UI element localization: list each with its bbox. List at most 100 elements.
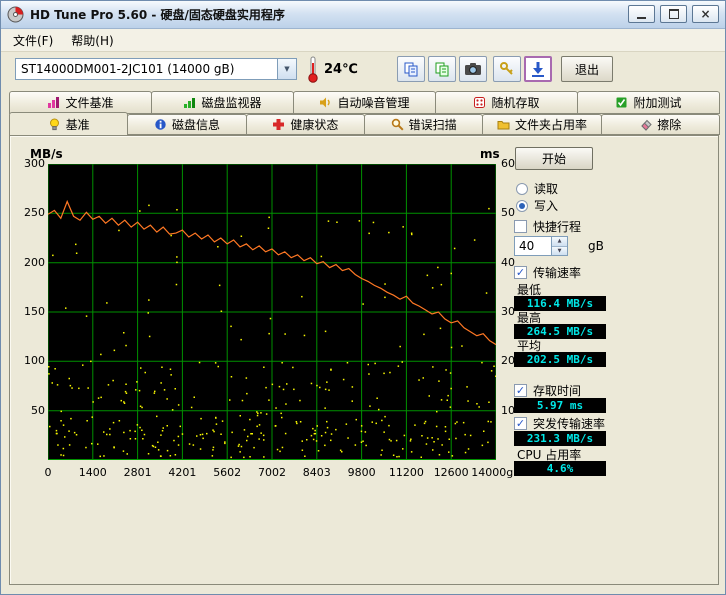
y-axis-left-tick: 200: [12, 256, 45, 269]
app-icon: [7, 6, 24, 23]
menu-bar: 文件(F) 帮助(H): [1, 29, 725, 52]
close-icon: ×: [700, 8, 710, 20]
temperature-value: 24℃: [324, 62, 358, 77]
access-time-label: 存取时间: [533, 382, 581, 399]
tab-label: 文件夹占用率: [515, 116, 587, 133]
stepper-down-icon[interactable]: ▼: [552, 247, 567, 256]
keys-icon: [499, 61, 515, 77]
y-axis-left-tick: 100: [12, 354, 45, 367]
tab-disk-info[interactable]: 磁盘信息: [127, 114, 246, 135]
tab-label: 文件基准: [65, 94, 113, 111]
chart-plot-area: [48, 164, 496, 460]
tab-label: 错误扫描: [409, 116, 457, 133]
y-axis-right-tick: 60: [501, 157, 533, 170]
tab-label: 擦除: [657, 116, 681, 133]
minimize-button[interactable]: [628, 5, 655, 23]
menu-file[interactable]: 文件(F): [4, 29, 62, 52]
tab-label: 磁盘监视器: [201, 94, 261, 111]
copy-image-icon: [434, 61, 450, 77]
erase-icon: [639, 118, 652, 131]
maximize-button[interactable]: [660, 5, 687, 23]
read-radio[interactable]: [516, 183, 528, 195]
shortstroke-unit-label: gB: [588, 239, 604, 253]
minimize-icon: [637, 17, 646, 19]
shortstroke-row[interactable]: 快捷行程: [514, 218, 581, 235]
maximize-icon: [669, 9, 679, 19]
y-axis-right-tick: 40: [501, 256, 533, 269]
tab-label: 健康状态: [290, 116, 338, 133]
close-button[interactable]: ×: [692, 5, 719, 23]
benchmark-panel: MB/s ms 开始 读取 写入 快捷行程 ▲ ▼ gB 传输速: [9, 135, 719, 585]
transfer-rate-label: 传输速率: [533, 264, 581, 281]
y-axis-right-tick: 50: [501, 206, 533, 219]
window-title: HD Tune Pro 5.60 - 硬盘/固态硬盘实用程序: [30, 6, 285, 23]
stepper-up-icon[interactable]: ▲: [552, 237, 567, 247]
y-axis-right-tick: 30: [501, 305, 533, 318]
folder-usage-icon: [497, 118, 510, 131]
tab-disk-monitor[interactable]: 磁盘监视器: [151, 91, 294, 114]
write-radio-label: 写入: [534, 197, 558, 214]
tab-label: 磁盘信息: [172, 116, 220, 133]
options-button[interactable]: [493, 56, 521, 82]
tab-file-benchmark[interactable]: 文件基准: [9, 91, 152, 114]
copy-text-button[interactable]: [397, 56, 425, 82]
shortstroke-label: 快捷行程: [533, 218, 581, 235]
drive-select-value: ST14000DM001-2JC101 (14000 gB): [16, 59, 277, 79]
tab-error-scan[interactable]: 错误扫描: [364, 114, 483, 135]
menu-help[interactable]: 帮助(H): [62, 29, 122, 52]
y-axis-right-label: ms: [480, 147, 500, 161]
extra-tests-icon: [615, 96, 628, 109]
y-axis-right-tick: 20: [501, 354, 533, 367]
camera-icon: [464, 62, 482, 76]
tab-erase[interactable]: 擦除: [601, 114, 720, 135]
x-axis-tick: 14000gB: [464, 466, 528, 479]
y-axis-left-tick: 50: [12, 404, 45, 417]
benchmark-bulb-icon: [48, 118, 61, 131]
dice-icon: [473, 96, 486, 109]
tab-aam[interactable]: 自动噪音管理: [293, 91, 436, 114]
tab-health[interactable]: 健康状态: [246, 114, 365, 135]
read-radio-row[interactable]: 读取: [516, 180, 558, 197]
tab-label: 附加测试: [633, 94, 681, 111]
y-axis-left-tick: 300: [12, 157, 45, 170]
tab-benchmark[interactable]: 基准: [9, 112, 128, 135]
combobox-dropdown-icon[interactable]: ▼: [277, 59, 296, 79]
tab-label: 自动噪音管理: [337, 94, 409, 111]
disk-info-icon: [154, 118, 167, 131]
access-time-row[interactable]: 存取时间: [514, 382, 581, 399]
y-axis-left-tick: 150: [12, 305, 45, 318]
tab-random-access[interactable]: 随机存取: [435, 91, 578, 114]
thermometer-icon: [306, 55, 320, 83]
burst-rate-row[interactable]: 突发传输速率: [514, 415, 605, 432]
shortstroke-checkbox[interactable]: [514, 220, 527, 233]
burst-rate-value: 231.3 MB/s: [514, 431, 606, 446]
tab-extra-tests[interactable]: 附加测试: [577, 91, 720, 114]
title-bar[interactable]: HD Tune Pro 5.60 - 硬盘/固态硬盘实用程序 ×: [1, 1, 725, 29]
tab-strip-primary: 基准 磁盘信息 健康状态 错误扫描: [9, 114, 719, 135]
error-scan-magnifier-icon: [391, 118, 404, 131]
download-arrow-icon: [530, 61, 546, 77]
drive-select-combobox[interactable]: ST14000DM001-2JC101 (14000 gB) ▼: [15, 58, 297, 80]
benchmark-chart: [48, 164, 496, 460]
disk-monitor-icon: [183, 96, 196, 109]
app-window: HD Tune Pro 5.60 - 硬盘/固态硬盘实用程序 × 文件(F) 帮…: [0, 0, 726, 595]
screenshot-button[interactable]: [459, 56, 487, 82]
tab-label: 随机存取: [491, 94, 539, 111]
shortstroke-size-stepper[interactable]: ▲ ▼: [514, 236, 568, 256]
save-results-button[interactable]: [524, 56, 552, 82]
tab-strip-secondary: 文件基准 磁盘监视器 自动噪音管理 随机存取: [9, 91, 719, 114]
window-controls: ×: [628, 5, 719, 23]
speaker-icon: [319, 96, 332, 109]
access-time-checkbox[interactable]: [514, 384, 527, 397]
tab-label: 基准: [66, 116, 90, 133]
y-axis-left-tick: 250: [12, 206, 45, 219]
shortstroke-size-input[interactable]: [515, 237, 551, 255]
exit-button[interactable]: 退出: [561, 56, 613, 82]
stepper-buttons[interactable]: ▲ ▼: [551, 237, 567, 255]
read-radio-label: 读取: [534, 180, 558, 197]
copy-image-button[interactable]: [428, 56, 456, 82]
burst-rate-checkbox[interactable]: [514, 417, 527, 430]
tab-folder-usage[interactable]: 文件夹占用率: [482, 114, 601, 135]
y-axis-right-tick: 10: [501, 404, 533, 417]
burst-rate-label: 突发传输速率: [533, 415, 605, 432]
